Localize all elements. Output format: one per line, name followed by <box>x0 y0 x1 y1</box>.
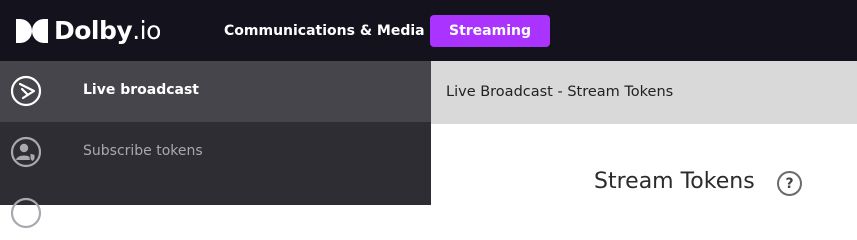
dolby-mark-icon <box>16 19 48 43</box>
sidebar-item-subscribe-tokens[interactable]: Subscribe tokens <box>0 122 431 183</box>
page-title: Stream Tokens <box>594 169 755 194</box>
sidebar: Live broadcast Subscribe tokens <box>0 61 431 229</box>
logo-suffix: .io <box>132 16 161 45</box>
sidebar-item-more[interactable] <box>0 183 431 229</box>
logo-brand: Dolby <box>54 16 133 45</box>
sidebar-item-live-broadcast[interactable]: Live broadcast <box>0 61 431 122</box>
dolby-logo[interactable]: Dolby.io <box>14 15 161 47</box>
help-icon-button[interactable]: ? <box>777 171 802 196</box>
circle-icon <box>10 197 42 229</box>
breadcrumb: Live Broadcast - Stream Tokens <box>446 84 674 100</box>
nav-streaming-button[interactable]: Streaming <box>430 15 550 47</box>
sidebar-item-label: Subscribe tokens <box>83 143 203 159</box>
logo-wordmark: Dolby.io <box>54 15 161 47</box>
top-navigation-bar: Dolby.io Communications & Media Streamin… <box>0 0 857 61</box>
broadcast-icon <box>10 75 42 107</box>
sidebar-item-label: Live broadcast <box>83 82 199 98</box>
nav-communications-media[interactable]: Communications & Media <box>224 20 425 42</box>
breadcrumb-bar: Live Broadcast - Stream Tokens <box>431 61 857 124</box>
user-shield-icon <box>10 136 42 168</box>
